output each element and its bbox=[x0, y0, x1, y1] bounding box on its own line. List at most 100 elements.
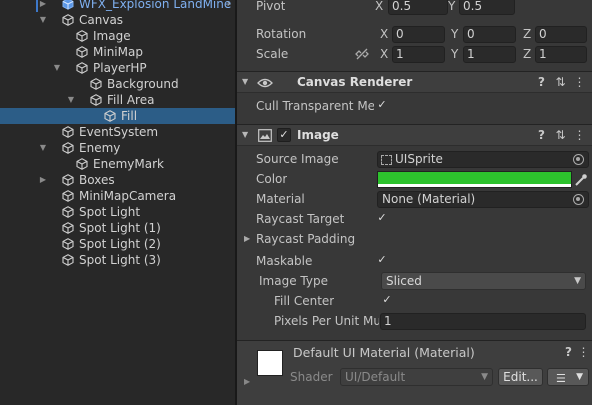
hierarchy-item-label: MiniMap bbox=[93, 45, 143, 59]
eyedropper-icon[interactable] bbox=[573, 172, 589, 188]
hierarchy-item-label: Fill Area bbox=[107, 93, 155, 107]
edit-shader-button[interactable]: Edit... bbox=[498, 368, 543, 386]
rotation-z-field[interactable]: 0 bbox=[535, 26, 587, 43]
rotation-x-field[interactable]: 0 bbox=[392, 26, 445, 43]
presets-icon[interactable]: ⇅ bbox=[553, 75, 568, 90]
pixels-per-unit-field[interactable]: 1 bbox=[380, 313, 586, 330]
hierarchy-item-label: PlayerHP bbox=[93, 61, 147, 75]
material-title: Default UI Material (Material) bbox=[293, 345, 475, 360]
hierarchy-item[interactable]: Fill bbox=[0, 108, 235, 124]
hierarchy-item[interactable]: ▼ Canvas bbox=[0, 12, 235, 28]
scale-y-field[interactable]: 1 bbox=[463, 46, 516, 63]
fill-center-label: Fill Center bbox=[274, 294, 335, 308]
color-label: Color bbox=[256, 172, 288, 186]
fill-center-checkbox[interactable]: ✓ bbox=[380, 294, 394, 308]
hierarchy-item-label: Spot Light (3) bbox=[79, 253, 161, 267]
chevron-right-icon[interactable]: › bbox=[227, 0, 231, 12]
pivot-y-axis: Y bbox=[448, 0, 456, 13]
hierarchy-item-label: Spot Light (1) bbox=[79, 221, 161, 235]
source-image-field[interactable]: UISprite bbox=[377, 151, 589, 168]
image-component-header[interactable]: ▼ ✓ Image ? ⇅ ⋮ bbox=[237, 124, 592, 146]
hierarchy-item[interactable]: ▼ Fill Area bbox=[0, 92, 235, 108]
hierarchy-panel: ▶ WFX_Explosion LandMine › ▼ Canvas Image Mini… bbox=[0, 0, 235, 405]
help-icon[interactable]: ? bbox=[534, 75, 549, 90]
constrain-proportions-icon[interactable] bbox=[355, 47, 369, 61]
object-picker-icon[interactable] bbox=[573, 154, 584, 165]
image-type-label: Image Type bbox=[259, 274, 328, 288]
foldout-down-icon[interactable]: ▼ bbox=[52, 60, 62, 76]
foldout-right-icon[interactable]: ▶ bbox=[38, 172, 48, 188]
cull-transparent-row: Cull Transparent Mes ✓ bbox=[237, 96, 592, 116]
cull-transparent-checkbox[interactable]: ✓ bbox=[375, 99, 389, 113]
hierarchy-item[interactable]: ▶ Boxes bbox=[0, 172, 235, 188]
maskable-label: Maskable bbox=[256, 254, 313, 268]
gameobject-icon bbox=[62, 190, 74, 202]
raycast-padding-row[interactable]: ▶ Raycast Padding bbox=[237, 229, 592, 249]
raycast-target-checkbox[interactable]: ✓ bbox=[375, 212, 389, 226]
menu-icon[interactable]: ⋮ bbox=[572, 128, 587, 143]
image-type-dropdown[interactable]: Sliced ▼ bbox=[381, 272, 586, 290]
scale-x-axis: X bbox=[380, 47, 389, 61]
hierarchy-item[interactable]: Spot Light (3) bbox=[0, 252, 235, 268]
menu-icon[interactable]: ⋮ bbox=[572, 75, 587, 90]
rotation-y-field[interactable]: 0 bbox=[463, 26, 516, 43]
hierarchy-item-label: Spot Light (2) bbox=[79, 237, 161, 251]
hierarchy-item[interactable]: Image bbox=[0, 28, 235, 44]
object-picker-icon[interactable] bbox=[573, 194, 584, 205]
canvas-renderer-header[interactable]: ▼ Canvas Renderer ? ⇅ ⋮ bbox=[237, 71, 592, 93]
gameobject-icon bbox=[90, 94, 102, 106]
foldout-down-icon[interactable]: ▼ bbox=[66, 92, 76, 108]
help-icon[interactable]: ? bbox=[561, 345, 576, 360]
shader-menu-button[interactable]: ☰ ▼ bbox=[547, 368, 589, 386]
hierarchy-item[interactable]: MiniMapCamera bbox=[0, 188, 235, 204]
hierarchy-item[interactable]: MiniMap bbox=[0, 44, 235, 60]
hierarchy-item-label: Boxes bbox=[79, 173, 115, 187]
color-row: Color bbox=[237, 169, 592, 189]
source-image-value: UISprite bbox=[395, 152, 443, 166]
material-label: Material bbox=[256, 192, 305, 206]
rotation-row: Rotation X 0 Y 0 Z 0 bbox=[237, 24, 592, 44]
scale-z-field[interactable]: 1 bbox=[535, 46, 587, 63]
maskable-checkbox[interactable]: ✓ bbox=[375, 254, 389, 268]
hierarchy-item-label: Fill bbox=[121, 109, 138, 123]
hierarchy-item[interactable]: Spot Light (2) bbox=[0, 236, 235, 252]
shader-dropdown[interactable]: UI/Default ▼ bbox=[340, 368, 493, 386]
foldout-right-icon[interactable]: ▶ bbox=[38, 0, 48, 12]
rotation-z-axis: Z bbox=[523, 27, 532, 41]
hierarchy-item[interactable]: EventSystem bbox=[0, 124, 235, 140]
hierarchy-item[interactable]: Spot Light bbox=[0, 204, 235, 220]
hierarchy-item[interactable]: ▼ Enemy bbox=[0, 140, 235, 156]
foldout-down-icon[interactable]: ▼ bbox=[242, 77, 248, 86]
alpha-bar bbox=[378, 184, 571, 187]
image-type-row: Image Type Sliced ▼ bbox=[237, 271, 592, 291]
raycast-padding-label: Raycast Padding bbox=[256, 232, 356, 246]
material-field[interactable]: None (Material) bbox=[377, 191, 589, 208]
foldout-down-icon[interactable]: ▼ bbox=[38, 12, 48, 28]
hierarchy-item[interactable]: Spot Light (1) bbox=[0, 220, 235, 236]
hierarchy-item-label: Enemy bbox=[79, 141, 121, 155]
hierarchy-item[interactable]: ▶ WFX_Explosion LandMine › bbox=[0, 0, 235, 12]
foldout-right-icon[interactable]: ▶ bbox=[244, 229, 250, 249]
scale-label: Scale bbox=[256, 47, 289, 61]
presets-icon[interactable]: ⇅ bbox=[553, 128, 568, 143]
pivot-label: Pivot bbox=[256, 0, 286, 13]
maskable-row: Maskable ✓ bbox=[237, 251, 592, 271]
foldout-down-icon[interactable]: ▼ bbox=[242, 130, 248, 139]
hierarchy-item[interactable]: EnemyMark bbox=[0, 156, 235, 172]
foldout-down-icon[interactable]: ▼ bbox=[38, 140, 48, 156]
hierarchy-item-label: EnemyMark bbox=[93, 157, 164, 171]
material-row: Material None (Material) bbox=[237, 189, 592, 209]
scale-x-field[interactable]: 1 bbox=[392, 46, 445, 63]
help-icon[interactable]: ? bbox=[534, 128, 549, 143]
menu-icon[interactable]: ⋮ bbox=[576, 345, 591, 360]
pivot-y-field[interactable]: 0.5 bbox=[459, 0, 515, 15]
gameobject-icon bbox=[62, 238, 74, 250]
pivot-x-field[interactable]: 0.5 bbox=[388, 0, 448, 15]
hierarchy-item[interactable]: Background bbox=[0, 76, 235, 92]
foldout-right-icon[interactable]: ▶ bbox=[244, 377, 250, 386]
hierarchy-item-label: EventSystem bbox=[79, 125, 159, 139]
color-field[interactable] bbox=[377, 171, 572, 188]
hierarchy-item[interactable]: ▼ PlayerHP bbox=[0, 60, 235, 76]
raycast-target-row: Raycast Target ✓ bbox=[237, 209, 592, 229]
image-enabled-checkbox[interactable]: ✓ bbox=[277, 128, 291, 142]
